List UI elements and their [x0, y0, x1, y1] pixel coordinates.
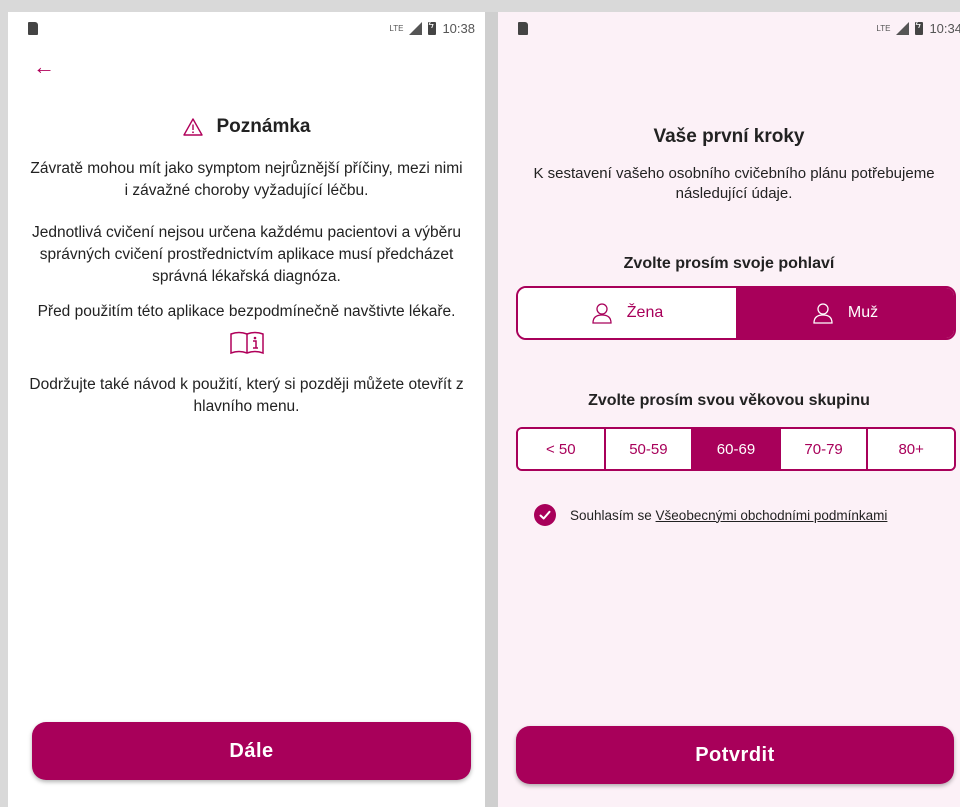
- note-paragraph-1: Závratě mohou mít jako symptom nejrůzněj…: [30, 160, 463, 199]
- consent-text: Souhlasím se Všeobecnými obchodními podm…: [570, 508, 887, 523]
- age-section-label: Zvolte prosím svou věkovou skupinu: [588, 392, 870, 409]
- status-bar: LTE 10:38: [8, 12, 485, 48]
- gender-option-label: Žena: [626, 304, 664, 321]
- sim-card-icon: [518, 22, 528, 35]
- battery-icon: [428, 20, 437, 35]
- age-option-selected[interactable]: 60-69: [693, 429, 781, 469]
- person-icon: [592, 303, 612, 324]
- confirm-button[interactable]: Potvrdit: [516, 726, 954, 784]
- battery-icon: [915, 20, 924, 35]
- first-steps-screen: LTE 10:34 Vaše první kroky K sestavení v…: [498, 12, 960, 807]
- sim-card-icon: [28, 22, 38, 35]
- status-bar: LTE 10:34: [498, 12, 960, 48]
- age-option[interactable]: 80+: [868, 429, 954, 469]
- page-title-text: Poznámka: [216, 116, 311, 137]
- gender-option-female[interactable]: Žena: [518, 288, 736, 338]
- gender-option-label: Muž: [847, 304, 879, 321]
- note-paragraph-2: Jednotlivá cvičení nejsou určena každému…: [31, 224, 462, 285]
- consent-checkbox[interactable]: [534, 504, 556, 526]
- signal-icon: [896, 22, 910, 35]
- age-option[interactable]: 50-59: [605, 429, 694, 469]
- gender-selector: Žena Muž: [516, 286, 956, 340]
- person-icon: [813, 303, 833, 324]
- note-screen: LTE 10:38 ← Poznámka Závratě mohou mít j…: [8, 12, 485, 807]
- next-button[interactable]: Dále: [32, 722, 471, 780]
- note-paragraph-3: Před použitím této aplikace bezpodmínečn…: [37, 303, 456, 320]
- page-subtitle: K sestavení vašeho osobního cvičebního p…: [533, 165, 935, 202]
- manual-book-icon: [230, 331, 264, 355]
- page-title: Vaše první kroky: [653, 126, 805, 147]
- lte-label: LTE: [876, 24, 891, 33]
- lte-label: LTE: [389, 24, 404, 33]
- age-option[interactable]: 70-79: [780, 429, 869, 469]
- back-arrow-icon[interactable]: ←: [33, 56, 55, 78]
- page-title: Poznámka: [8, 116, 485, 138]
- note-paragraph-4: Dodržujte také návod k použití, který si…: [29, 376, 464, 415]
- status-time: 10:38: [442, 21, 475, 36]
- age-option[interactable]: < 50: [518, 429, 606, 469]
- warning-icon: [182, 118, 203, 136]
- gender-option-male[interactable]: Muž: [736, 288, 954, 338]
- consent-prefix: Souhlasím se: [570, 507, 656, 523]
- terms-consent: Souhlasím se Všeobecnými obchodními podm…: [534, 504, 887, 526]
- terms-link[interactable]: Všeobecnými obchodními podmínkami: [656, 508, 888, 523]
- check-icon: [539, 510, 551, 520]
- status-time: 10:34: [929, 21, 960, 36]
- screen-divider: [485, 12, 498, 807]
- age-group-selector: < 50 50-59 60-69 70-79 80+: [516, 427, 956, 471]
- gender-section-label: Zvolte prosím svoje pohlaví: [623, 255, 835, 272]
- signal-icon: [409, 22, 423, 35]
